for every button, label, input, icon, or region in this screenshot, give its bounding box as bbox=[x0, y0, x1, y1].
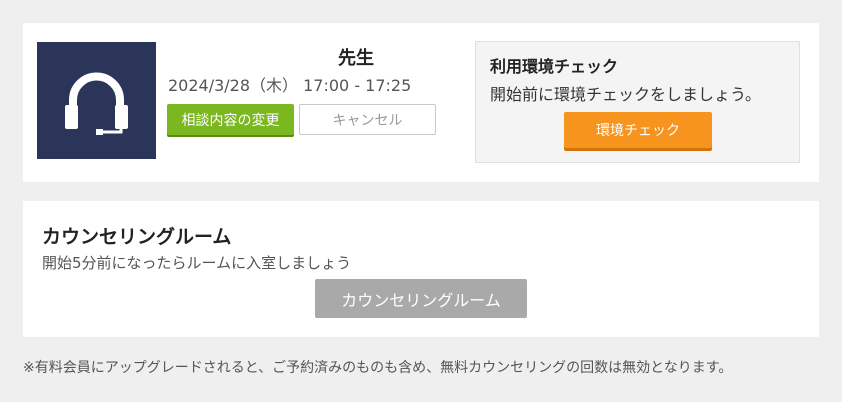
counseling-room-description: 開始5分前になったらルームに入室しましょう bbox=[42, 254, 352, 272]
headset-icon bbox=[65, 72, 128, 135]
environment-check-panel: 利用環境チェック 開始前に環境チェックをしましょう。 環境チェック bbox=[475, 41, 800, 163]
session-card: 先生 2024/3/28（木） 17:00 - 17:25 相談内容の変更 キャ… bbox=[23, 23, 819, 182]
environment-check-title: 利用環境チェック bbox=[490, 57, 619, 76]
counseling-room-card: カウンセリングルーム 開始5分前になったらルームに入室しましょう カウンセリング… bbox=[23, 201, 819, 337]
session-datetime: 2024/3/28（木） 17:00 - 17:25 bbox=[168, 76, 412, 95]
change-consultation-button[interactable]: 相談内容の変更 bbox=[167, 104, 294, 135]
teacher-name: 先生 bbox=[338, 48, 374, 69]
counseling-room-button[interactable]: カウンセリングルーム bbox=[315, 279, 527, 318]
upgrade-notice: ※有料会員にアップグレードされると、ご予約済みのものも含め、無料カウンセリングの… bbox=[23, 360, 733, 376]
environment-check-description: 開始前に環境チェックをしましょう。 bbox=[490, 85, 762, 104]
environment-check-button[interactable]: 環境チェック bbox=[564, 112, 712, 148]
counseling-room-title: カウンセリングルーム bbox=[42, 226, 232, 248]
avatar bbox=[37, 42, 156, 159]
cancel-button[interactable]: キャンセル bbox=[299, 104, 436, 135]
